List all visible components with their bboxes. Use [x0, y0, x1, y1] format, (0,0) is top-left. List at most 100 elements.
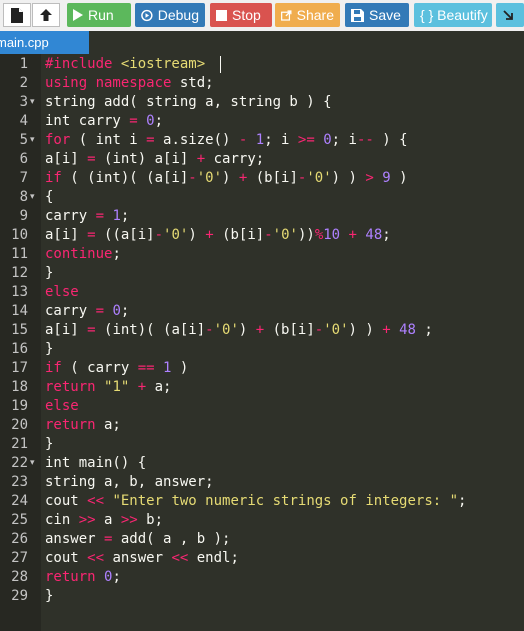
beautify-label: { } Beautify	[420, 7, 488, 23]
line-number: 14	[11, 303, 28, 319]
code-token: '0'	[196, 170, 223, 186]
code-token: {	[45, 189, 54, 205]
code-token: ))	[297, 227, 315, 243]
code-token: +	[196, 151, 206, 167]
file-icon	[11, 7, 23, 23]
code-line: string add( string a, string b ) {	[45, 93, 332, 112]
code-token: >=	[297, 132, 315, 148]
code-line: using namespace std;	[45, 74, 214, 93]
code-token: carry	[45, 208, 96, 224]
code-token: ( carry	[61, 360, 138, 376]
line-number: 9	[19, 208, 28, 224]
code-line: if ( carry == 1 )	[45, 359, 188, 378]
code-token: using namespace	[45, 75, 180, 91]
save-button[interactable]: Save	[345, 3, 409, 27]
language-download-button[interactable]	[496, 3, 524, 27]
code-token: ;	[458, 493, 467, 509]
line-number: 27	[11, 550, 28, 566]
code-token: ==	[137, 360, 155, 376]
code-token: string a, b, answer;	[45, 474, 214, 490]
code-line: carry = 0;	[45, 302, 129, 321]
code-token: '0'	[163, 227, 189, 243]
upload-button[interactable]	[32, 3, 60, 27]
code-token: return	[45, 417, 96, 433]
code-token: =	[87, 151, 96, 167]
code-line: string a, b, answer;	[45, 473, 214, 492]
code-token: )	[390, 170, 408, 186]
share-label: Share	[296, 7, 334, 23]
code-token: for	[45, 132, 71, 148]
new-file-button[interactable]	[3, 3, 31, 27]
code-token: '0'	[323, 322, 349, 338]
code-line: cout << "Enter two numeric strings of in…	[45, 492, 466, 511]
code-token: a[i]	[45, 322, 88, 338]
debug-button[interactable]: Debug	[135, 3, 205, 27]
run-button[interactable]: Run	[67, 3, 131, 27]
fold-arrow-icon[interactable]: ▾	[30, 131, 39, 150]
code-token: a.size()	[154, 132, 239, 148]
code-token: >	[365, 170, 374, 186]
code-token: +	[348, 227, 357, 243]
code-token: ( int i	[70, 132, 147, 148]
code-token: std;	[179, 75, 214, 91]
line-number: 7	[19, 170, 28, 186]
code-token: '0'	[306, 170, 332, 186]
code-line: a[i] = (int) a[i] + carry;	[45, 150, 264, 169]
run-label: Run	[88, 7, 114, 23]
code-token: a	[95, 512, 121, 528]
code-token: (b[i]	[247, 170, 298, 186]
code-token: ;	[415, 322, 433, 338]
code-token: '0'	[272, 227, 298, 243]
code-token: #include	[45, 56, 121, 72]
code-token: if	[45, 170, 62, 186]
code-line: a[i] = ((a[i]-'0') + (b[i]-'0'))%10 + 48…	[45, 226, 391, 245]
download-arrow-icon	[502, 10, 513, 20]
code-token: return	[45, 569, 96, 585]
fold-arrow-icon[interactable]: ▾	[30, 93, 39, 112]
code-token: int carry	[45, 113, 130, 129]
code-token: =	[95, 303, 105, 319]
line-number: 16	[11, 341, 28, 357]
code-token: -	[264, 227, 273, 243]
code-token: ;	[112, 246, 121, 262]
fold-arrow-icon[interactable]: ▾	[30, 188, 39, 207]
stop-button[interactable]: Stop	[210, 3, 272, 27]
code-token: )	[222, 170, 239, 186]
share-button[interactable]: Share	[275, 3, 340, 27]
code-token: }	[45, 588, 54, 604]
code-token: continue	[45, 246, 113, 262]
code-token: a;	[95, 417, 121, 433]
line-number: 19	[11, 398, 28, 414]
code-token: ;	[382, 227, 391, 243]
line-number: 2	[19, 75, 28, 91]
code-token: 1	[112, 208, 121, 224]
code-token: +	[137, 379, 147, 395]
code-token: (b[i]	[264, 322, 315, 338]
code-line: return "1" + a;	[45, 378, 171, 397]
code-token: 0	[112, 303, 121, 319]
code-line: a[i] = (int)( (a[i]-'0') + (b[i]-'0') ) …	[45, 321, 433, 340]
code-token: >>	[120, 512, 138, 528]
code-token: answer	[104, 550, 172, 566]
code-token: =	[129, 113, 138, 129]
code-token: <iostream>	[120, 56, 206, 72]
code-line: for ( int i = a.size() - 1; i >= 0; i-- …	[45, 131, 408, 150]
code-line: else	[45, 397, 79, 416]
share-icon	[281, 9, 292, 21]
code-line: }	[45, 264, 53, 283]
tab-main-cpp[interactable]: main.cpp	[0, 31, 89, 54]
code-line: continue;	[45, 245, 121, 264]
code-token: ) )	[331, 170, 366, 186]
beautify-button[interactable]: { } Beautify	[414, 3, 492, 27]
fold-arrow-icon[interactable]: ▾	[30, 454, 39, 473]
code-token: ;	[112, 569, 121, 585]
line-number: 20	[11, 417, 28, 433]
file-tab-bar: main.cpp	[0, 31, 524, 54]
code-token: (b[i]	[213, 227, 265, 243]
line-number: 4	[19, 113, 28, 129]
line-number: 3	[19, 94, 28, 110]
